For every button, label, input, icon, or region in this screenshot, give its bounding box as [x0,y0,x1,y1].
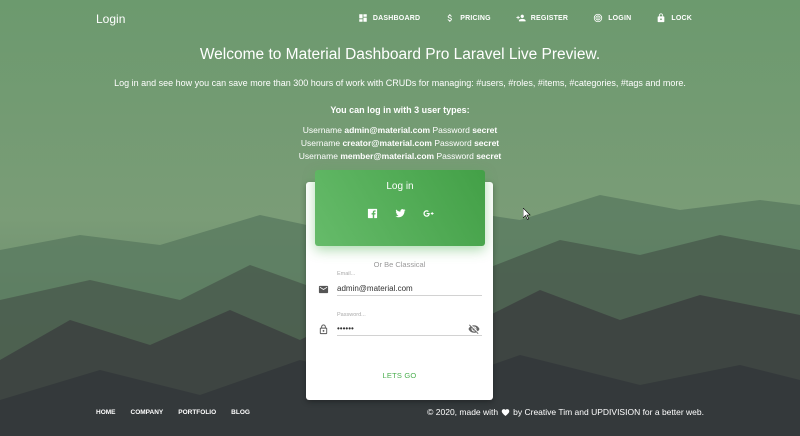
twitter-button[interactable] [394,208,406,219]
credential-line-creator: Username creator@material.com Password s… [0,137,800,150]
username-label: Username [302,125,342,135]
email-input[interactable] [337,282,482,296]
heart-icon [501,408,510,416]
email-icon [318,282,329,294]
person-add-icon [516,14,526,22]
nav-item-login[interactable]: LOGIN [593,13,631,23]
email-field-group: Email... [318,270,483,300]
fingerprint-icon [594,13,603,23]
footer-nav: HOME COMPANY PORTFOLIO BLOG [96,409,265,416]
nav-menu: DASHBOARD PRICING REGISTER LOGIN LOCK [333,13,692,23]
password-value: secret [476,151,502,161]
nav-item-lock[interactable]: LOCK [656,13,692,23]
credential-line-admin: Username admin@material.com Password sec… [0,124,800,137]
lets-go-button[interactable]: LETS GO [306,371,493,380]
or-be-classical-text: Or Be Classical [373,260,426,269]
username-value: member@material.com [340,151,435,161]
hero-section: Welcome to Material Dashboard Pro Larave… [0,46,800,163]
footer-link-company[interactable]: COMPANY [131,409,164,416]
password-label: Password... [337,312,366,318]
copyright-suffix: by Creative Tim and UPDIVISION for a bet… [513,407,704,417]
login-card-title: Log in [386,181,414,192]
eye-off-icon [468,324,480,334]
nav-item-label: REGISTER [530,14,569,22]
social-login-buttons [315,208,485,219]
nav-item-label: DASHBOARD [372,14,421,22]
copyright-prefix: © 2020, made with [427,407,499,417]
copyright-text: © 2020, made with by Creative Tim and UP… [427,407,704,417]
password-label: Password [434,138,472,148]
facebook-button[interactable] [367,208,378,219]
twitter-icon [394,209,406,218]
dashboard-icon [359,14,367,22]
username-value: creator@material.com [342,138,432,148]
mouse-cursor-icon [523,208,531,220]
footer-link-blog[interactable]: BLOG [231,409,250,416]
dollar-icon [447,14,453,22]
nav-item-dashboard[interactable]: DASHBOARD [358,13,420,23]
password-label: Password [432,125,470,135]
password-field-group: Password... [318,311,483,341]
page-description: Log in and see how you can save more tha… [114,78,686,88]
google-plus-icon [422,210,434,217]
password-value: secret [474,138,500,148]
password-value: secret [472,125,498,135]
footer-link-home[interactable]: HOME [96,409,116,416]
page-title: Welcome to Material Dashboard Pro Larave… [199,46,601,63]
password-input[interactable] [337,322,482,336]
login-card-header: Log in [315,170,485,246]
email-label: Email... [337,271,356,277]
user-types-heading: You can log in with 3 user types: [330,105,470,115]
nav-item-register[interactable]: REGISTER [516,13,568,23]
credential-line-member: Username member@material.com Password se… [0,150,800,163]
google-plus-button[interactable] [422,208,434,219]
nav-item-label: LOGIN [608,14,632,22]
nav-item-label: LOCK [671,14,692,22]
nav-item-pricing[interactable]: PRICING [445,13,491,23]
username-label: Username [298,151,338,161]
username-value: admin@material.com [344,125,431,135]
lock-outline-icon [318,322,329,335]
top-navbar: Login DASHBOARD PRICING REGISTER LOGIN L… [0,0,800,38]
navbar-brand[interactable]: Login [96,12,125,26]
toggle-password-visibility-button[interactable] [468,322,480,334]
footer-link-portfolio[interactable]: PORTFOLIO [178,409,216,416]
lock-icon [658,13,665,23]
nav-item-label: PRICING [460,14,491,22]
facebook-icon [367,208,377,219]
password-label: Password [436,151,474,161]
username-label: Username [300,138,341,148]
